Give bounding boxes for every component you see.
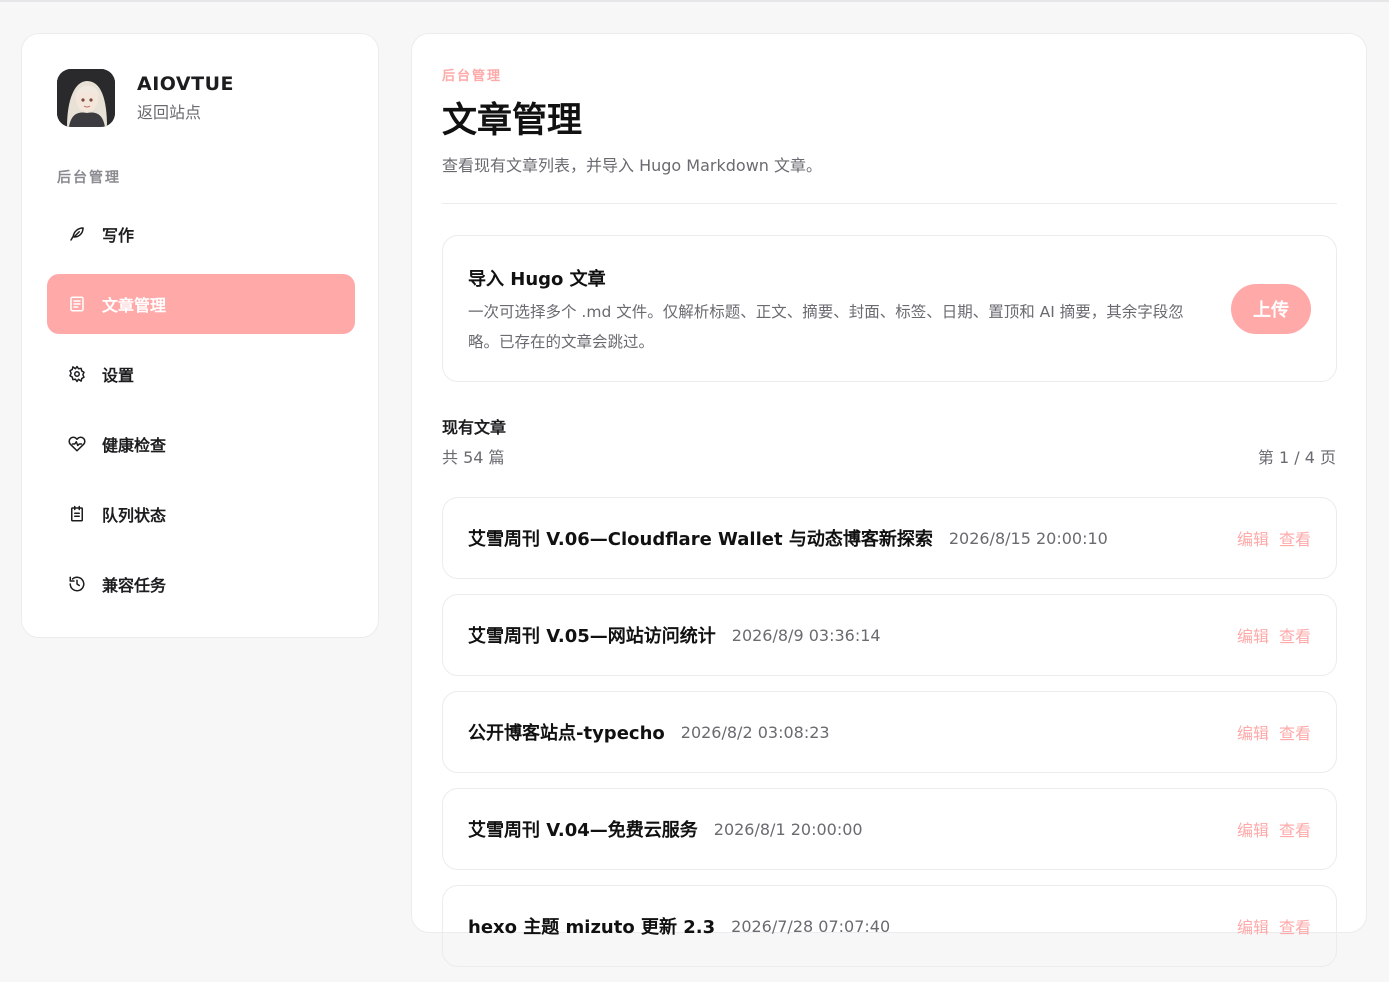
- sidebar-item-compat-tasks[interactable]: 兼容任务: [47, 554, 355, 614]
- page-eyebrow: 后台管理: [442, 69, 503, 84]
- article-title: 艾雪周刊 V.04—免费云服务: [468, 820, 698, 841]
- article-title: 公开博客站点-typecho: [468, 723, 665, 744]
- feather-icon: [67, 224, 87, 244]
- article-title: 艾雪周刊 V.05—网站访问统计: [468, 626, 716, 647]
- page-description: 查看现有文章列表，并导入 Hugo Markdown 文章。: [442, 156, 823, 175]
- view-link[interactable]: 查看: [1279, 914, 1311, 938]
- article-date: 2026/7/28 07:07:40: [731, 916, 891, 936]
- document-icon: [67, 294, 87, 314]
- view-link[interactable]: 查看: [1279, 817, 1311, 841]
- sidebar-item-label: 写作: [102, 226, 135, 245]
- sidebar-item-queue-status[interactable]: 队列状态: [47, 484, 355, 544]
- article-title: 艾雪周刊 V.06—Cloudflare Wallet 与动态博客新探索: [468, 529, 933, 550]
- list-item: 艾雪周刊 V.05—网站访问统计 2026/8/9 03:36:14 编辑 查看: [442, 594, 1337, 676]
- profile[interactable]: AIOVTUE 返回站点: [57, 69, 234, 127]
- article-list: 艾雪周刊 V.06—Cloudflare Wallet 与动态博客新探索 202…: [442, 497, 1337, 982]
- sidebar-item-label: 设置: [102, 366, 135, 385]
- gear-icon: [67, 364, 87, 384]
- sidebar-item-label: 文章管理: [102, 296, 167, 315]
- list-item: 公开博客站点-typecho 2026/8/2 03:08:23 编辑 查看: [442, 691, 1337, 773]
- import-card: 导入 Hugo 文章 一次可选择多个 .md 文件。仅解析标题、正文、摘要、封面…: [442, 235, 1337, 382]
- avatar: [57, 69, 115, 127]
- heart-pulse-icon: [67, 434, 87, 454]
- article-title: hexo 主题 mizuto 更新 2.3: [468, 917, 716, 938]
- article-date: 2026/8/15 20:00:10: [948, 528, 1108, 548]
- edit-link[interactable]: 编辑: [1237, 720, 1269, 744]
- view-link[interactable]: 查看: [1279, 526, 1311, 550]
- site-name: AIOVTUE: [137, 73, 234, 95]
- list-item: 艾雪周刊 V.06—Cloudflare Wallet 与动态博客新探索 202…: [442, 497, 1337, 579]
- list-item: 艾雪周刊 V.04—免费云服务 2026/8/1 20:00:00 编辑 查看: [442, 788, 1337, 870]
- edit-link[interactable]: 编辑: [1237, 817, 1269, 841]
- article-list-heading: 现有文章: [442, 418, 507, 437]
- view-link[interactable]: 查看: [1279, 623, 1311, 647]
- page-title: 文章管理: [442, 101, 583, 141]
- import-description: 一次可选择多个 .md 文件。仅解析标题、正文、摘要、封面、标签、日期、置顶和 …: [468, 303, 1184, 351]
- sidebar-item-label: 队列状态: [102, 506, 167, 525]
- back-to-site-link[interactable]: 返回站点: [137, 99, 234, 123]
- nav-section-label: 后台管理: [57, 170, 121, 186]
- sidebar-item-label: 兼容任务: [102, 576, 167, 595]
- history-icon: [67, 574, 87, 594]
- sidebar: AIOVTUE 返回站点 后台管理 写作 文章管理 设置 健康检查 队列状态 兼…: [21, 33, 379, 638]
- article-date: 2026/8/1 20:00:00: [713, 819, 863, 839]
- sidebar-item-label: 健康检查: [102, 436, 167, 455]
- sidebar-item-article-management[interactable]: 文章管理: [47, 274, 355, 334]
- window-top-border: [0, 0, 1389, 2]
- page-indicator: 第 1 / 4 页: [1257, 448, 1336, 467]
- edit-link[interactable]: 编辑: [1237, 914, 1269, 938]
- upload-button[interactable]: 上传: [1231, 284, 1311, 334]
- sidebar-nav: 写作 文章管理 设置 健康检查 队列状态 兼容任务: [47, 204, 355, 624]
- clipboard-icon: [67, 504, 87, 524]
- sidebar-item-settings[interactable]: 设置: [47, 344, 355, 404]
- sidebar-item-health-check[interactable]: 健康检查: [47, 414, 355, 474]
- import-title: 导入 Hugo 文章: [468, 269, 606, 290]
- list-item: hexo 主题 mizuto 更新 2.3 2026/7/28 07:07:40…: [442, 885, 1337, 967]
- edit-link[interactable]: 编辑: [1237, 623, 1269, 647]
- article-date: 2026/8/9 03:36:14: [731, 625, 881, 645]
- article-count: 共 54 篇: [442, 448, 505, 467]
- divider: [442, 203, 1337, 204]
- article-date: 2026/8/2 03:08:23: [680, 722, 830, 742]
- sidebar-item-write[interactable]: 写作: [47, 204, 355, 264]
- edit-link[interactable]: 编辑: [1237, 526, 1269, 550]
- view-link[interactable]: 查看: [1279, 720, 1311, 744]
- main-panel: 后台管理 文章管理 查看现有文章列表，并导入 Hugo Markdown 文章。…: [411, 33, 1367, 967]
